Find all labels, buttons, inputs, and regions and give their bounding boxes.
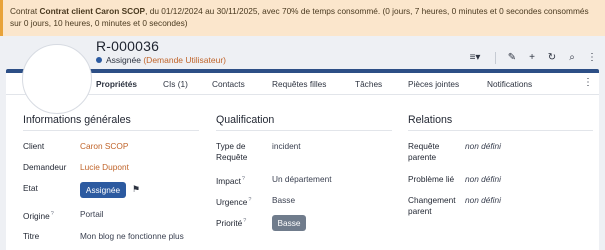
toolbar-separator [495,52,496,64]
field-label-request-type: Type de Requête [216,141,248,162]
field-value-client[interactable]: Caron SCOP [80,141,128,152]
tabs-more-icon[interactable]: ⋮ [583,77,593,88]
field-value-parent-request: non défini [465,141,501,151]
field-label-impact: Impact? [216,175,245,186]
field-value-parent-change: non défini [465,195,501,205]
field-label-priority: Priorité? [216,217,247,228]
section-divider [408,130,593,131]
field-label-client: Client [23,141,45,151]
refresh-icon[interactable]: ↻ [545,50,559,66]
section-title-relations: Relations [408,114,453,126]
add-icon[interactable]: + [525,50,539,66]
field-value-request-type: incident [272,141,301,151]
section-title-general: Informations générales [23,114,131,126]
tab-notifications[interactable]: Notifications [487,79,532,89]
help-icon[interactable]: ? [248,197,251,203]
field-label-urgency: Urgence? [216,196,252,207]
tab-contacts[interactable]: Contacts [212,79,245,89]
tab-child-requests[interactable]: Requêtes filles [272,79,326,89]
avatar [22,44,92,114]
actions-dropdown-icon[interactable]: ≡▾ [464,50,486,66]
tab-tasks[interactable]: Tâches [355,79,382,89]
tab-cis[interactable]: CIs (1) [163,79,188,89]
field-value-impact: Un département [272,174,332,184]
edit-icon[interactable]: ✎ [505,50,519,66]
request-reference: R-000036 [96,38,160,54]
workflow-map-icon[interactable]: ⚑ [132,184,140,195]
status-dot-icon [96,57,102,63]
field-label-title: Titre [23,231,40,241]
tab-attachments[interactable]: Pièces jointes [408,79,459,89]
state-badge: Assignée [80,182,126,198]
contract-warning-banner: Contrat Contrat client Caron SCOP, du 01… [0,0,605,36]
tab-bar: Propriétés CIs (1) Contacts Requêtes fil… [6,73,599,95]
field-label-requester: Demandeur [23,162,67,172]
banner-contract-name: Contrat client Caron SCOP [39,6,146,16]
help-icon[interactable]: ? [242,176,245,182]
banner-prefix: Contrat [10,6,40,16]
field-label-parent-change: Changement parent [408,195,456,216]
section-divider [23,130,199,131]
help-icon[interactable]: ? [51,211,54,217]
search-icon[interactable]: ⌕ [565,50,579,66]
status-line: Assignée (Demande Utilisateur) [96,55,226,65]
field-label-linked-problem: Problème lié [408,174,455,184]
field-label-state: Etat [23,183,38,193]
field-value-urgency: Basse [272,195,296,205]
priority-badge: Basse [272,215,306,231]
section-title-qualification: Qualification [216,114,275,126]
field-value-origin: Portail [80,209,104,219]
tab-properties[interactable]: Propriétés [96,79,137,89]
field-label-parent-request: Requête parente [408,141,440,162]
field-label-origin: Origine? [23,210,54,221]
object-toolbar: ≡▾ ✎ + ↻ ⌕ ⋮ [464,50,599,66]
field-value-requester[interactable]: Lucie Dupont [80,162,129,173]
field-value-title: Mon blog ne fonctionne plus [80,231,184,241]
field-value-linked-problem: non défini [465,174,501,184]
section-divider [216,130,392,131]
requester-link[interactable]: (Demande Utilisateur) [143,55,226,65]
more-icon[interactable]: ⋮ [585,50,599,66]
status-text: Assignée [106,55,141,65]
help-icon[interactable]: ? [243,218,246,224]
